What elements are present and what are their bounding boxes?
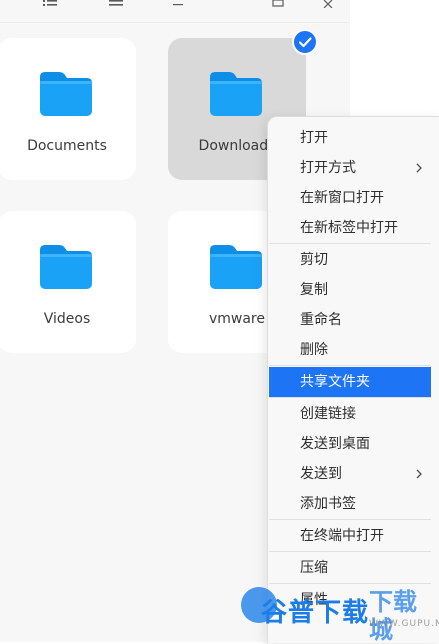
menu-item-send-to[interactable]: 发送到: [269, 459, 431, 489]
watermark-main-text: 谷普下载: [261, 598, 370, 628]
watermark-url: WWW.GUPU.NET: [369, 619, 439, 629]
folder-icon: [210, 245, 262, 289]
menu-separator: [269, 397, 431, 398]
menu-separator: [269, 243, 431, 244]
toolbar-strip: [0, 0, 350, 23]
menu-item-copy[interactable]: 复制: [269, 275, 431, 305]
menu-item-open-new-tab[interactable]: 在新标签中打开: [269, 213, 431, 243]
watermark-secondary-text: 下载城: [369, 588, 417, 644]
menu-separator: [269, 583, 431, 584]
folder-icon: [40, 72, 92, 116]
menu-item-open-terminal[interactable]: 在终端中打开: [269, 521, 431, 551]
menu-item-delete[interactable]: 删除: [269, 335, 431, 365]
menu-item-add-bookmark[interactable]: 添加书签: [269, 489, 431, 519]
selected-check-icon: [292, 29, 318, 55]
menu-item-open-new-window[interactable]: 在新窗口打开: [269, 183, 431, 213]
file-name: Documents: [27, 138, 107, 154]
menu-item-rename[interactable]: 重命名: [269, 305, 431, 335]
menu-item-label: 打开方式: [300, 160, 356, 176]
folder-icon: [40, 245, 92, 289]
close-icon[interactable]: [320, 0, 336, 8]
chevron-right-icon: [416, 163, 422, 173]
menu-separator: [269, 551, 431, 552]
minimize-icon[interactable]: [170, 0, 186, 8]
menu-item-open-with[interactable]: 打开方式: [269, 153, 431, 183]
menu-item-share-folder[interactable]: 共享文件夹: [269, 367, 431, 397]
list-view-icon[interactable]: [108, 0, 124, 8]
icon-view-icon[interactable]: [42, 0, 58, 8]
menu-item-compress[interactable]: 压缩: [269, 553, 431, 583]
menu-separator: [269, 365, 431, 366]
menu-item-label: 发送到: [300, 466, 342, 482]
context-menu: 打开 打开方式 在新窗口打开 在新标签中打开 剪切 复制 重命名 删除 共享文件…: [267, 116, 439, 643]
folder-icon: [210, 72, 262, 116]
maximize-icon[interactable]: [270, 0, 286, 8]
menu-item-create-link[interactable]: 创建链接: [269, 399, 431, 429]
chevron-right-icon: [416, 469, 422, 479]
menu-item-cut[interactable]: 剪切: [269, 245, 431, 275]
menu-item-send-to-desktop[interactable]: 发送到桌面: [269, 429, 431, 459]
menu-item-open[interactable]: 打开: [269, 123, 431, 153]
menu-separator: [269, 519, 431, 520]
file-item-documents[interactable]: Documents: [0, 38, 136, 180]
file-item-videos[interactable]: Videos: [0, 211, 136, 353]
watermark: 谷普下载 下载城 WWW.GUPU.NET: [241, 586, 439, 644]
file-name: Videos: [43, 311, 91, 327]
